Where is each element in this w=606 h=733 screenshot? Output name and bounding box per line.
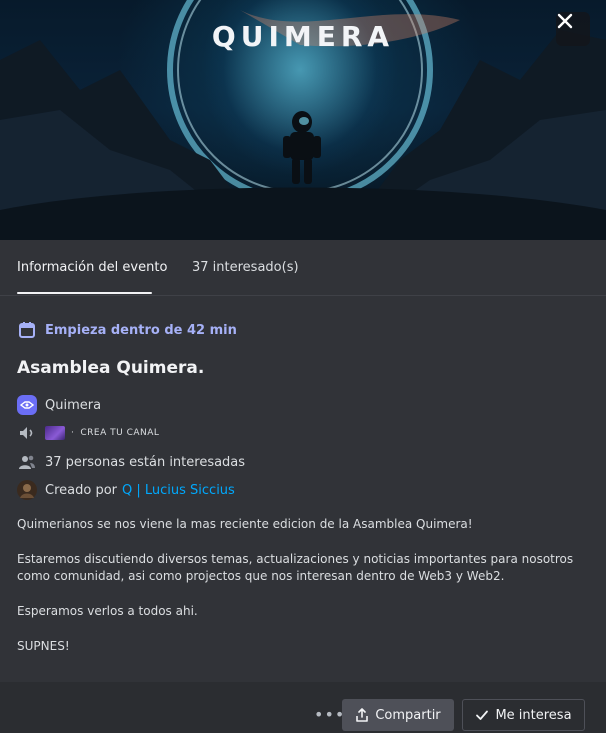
interested-row: 37 personas están interesadas [17, 452, 245, 472]
server-row: Quimera [17, 395, 101, 415]
people-icon [17, 452, 37, 472]
avatar [17, 480, 37, 500]
creator-link[interactable]: Q | Lucius Siccius [122, 483, 235, 498]
server-icon [17, 395, 37, 415]
interested-button[interactable]: Me interesa [462, 699, 585, 731]
more-options-button[interactable]: ••• [314, 705, 345, 724]
tab-interested[interactable]: 37 interesado(s) [192, 260, 299, 275]
share-icon [356, 708, 369, 722]
channel-row[interactable]: · CREA TU CANAL [17, 423, 159, 443]
description-line: Quimerianos se nos viene la mas reciente… [17, 517, 473, 531]
event-tabs: Información del evento 37 interesado(s) [0, 240, 606, 296]
channel-emoji-icon [45, 426, 65, 440]
event-title: Asamblea Quimera. [17, 358, 205, 378]
active-tab-indicator [17, 292, 152, 294]
created-by-label: Creado por [45, 482, 117, 498]
banner-logo: QUIMERA [211, 20, 395, 53]
close-button[interactable] [556, 12, 590, 46]
share-button[interactable]: Compartir [342, 699, 454, 731]
calendar-icon [17, 320, 37, 340]
check-icon [476, 710, 489, 720]
share-label: Compartir [375, 707, 441, 723]
event-start-time: Empieza dentro de 42 min [17, 320, 237, 340]
event-banner: QUIMERA [0, 0, 606, 240]
close-icon [557, 13, 573, 29]
interested-label: Me interesa [495, 707, 572, 723]
modal-footer: ••• Compartir Me interesa [0, 682, 606, 733]
channel-name: CREA TU CANAL [80, 428, 160, 438]
speaker-icon [17, 423, 37, 443]
channel-separator: · [71, 428, 75, 438]
description-line: Estaremos discutiendo diversos temas, ac… [17, 552, 574, 583]
server-name: Quimera [45, 397, 102, 413]
event-modal: QUIMERA Información del evento 37 intere… [0, 0, 606, 733]
description-line: SUPNES! [17, 639, 70, 653]
creator-row: Creado por Q | Lucius Siccius [17, 480, 235, 500]
tab-event-info[interactable]: Información del evento [17, 260, 167, 275]
start-text: Empieza dentro de 42 min [45, 322, 237, 338]
event-description: Quimerianos se nos viene la mas reciente… [17, 516, 589, 655]
interested-count-text: 37 personas están interesadas [45, 454, 246, 470]
description-line: Esperamos verlos a todos ahi. [17, 604, 198, 618]
